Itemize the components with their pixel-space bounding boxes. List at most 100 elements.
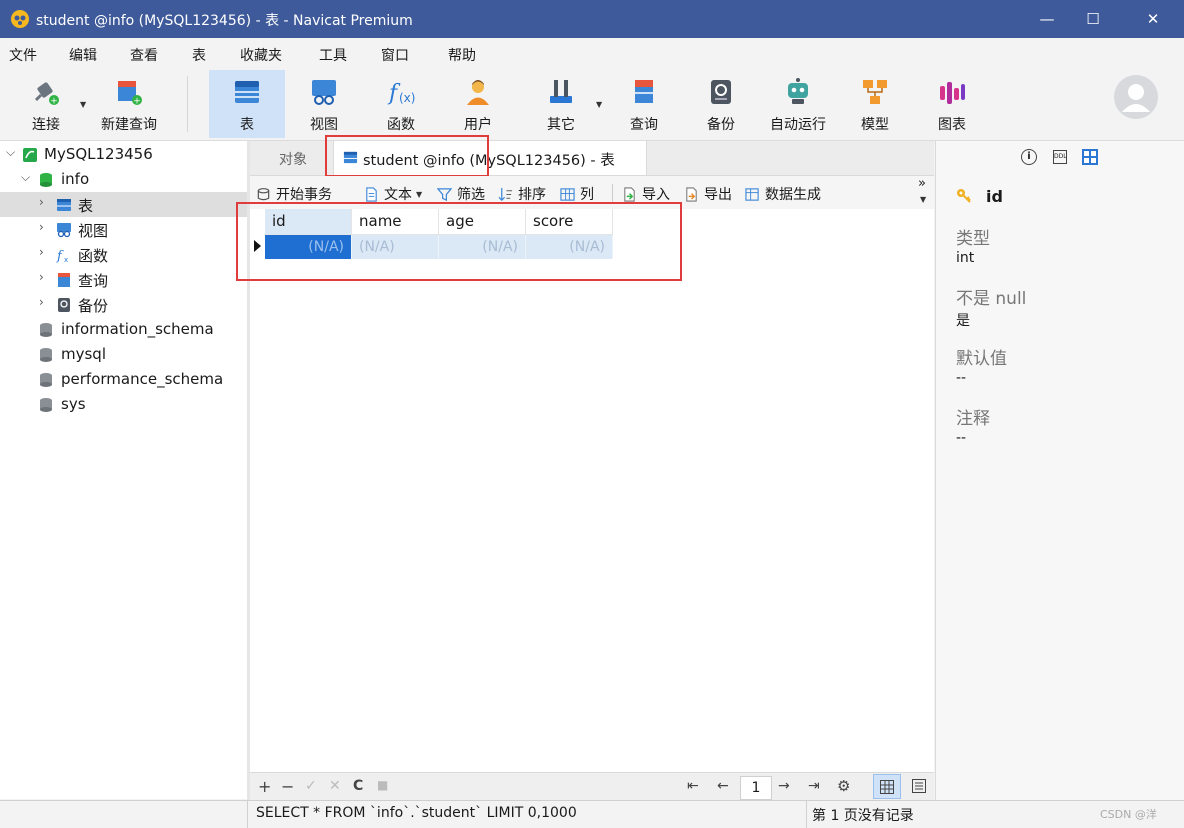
tree-item-tables[interactable]: › 表 bbox=[0, 192, 247, 217]
menu-favorites[interactable]: 收藏夹 bbox=[240, 45, 282, 65]
import-button[interactable]: 导入 bbox=[622, 184, 670, 204]
automation-button[interactable]: 自动运行 bbox=[760, 70, 836, 138]
view-button[interactable]: 视图 bbox=[287, 70, 361, 138]
query-button[interactable]: 查询 bbox=[607, 70, 681, 138]
ddl-icon[interactable]: DDL bbox=[1053, 150, 1067, 164]
import-icon bbox=[624, 186, 635, 202]
menu-view[interactable]: 查看 bbox=[130, 45, 158, 65]
other-dropdown-icon[interactable]: ▼ bbox=[596, 100, 602, 109]
tree-item-backups[interactable]: › 备份 bbox=[0, 292, 247, 317]
function-button[interactable]: f (x) 函数 bbox=[364, 70, 438, 138]
form-view-button[interactable] bbox=[906, 774, 934, 799]
svg-text:x: x bbox=[64, 256, 68, 263]
collapse-arrow-icon[interactable]: ⌵ bbox=[6, 145, 15, 160]
last-page-button[interactable]: ⇥ bbox=[808, 778, 820, 794]
inspector-panel: i DDL id 类型 int 不是 null 是 默认值 -- 注释 -- bbox=[935, 141, 1184, 800]
status-divider bbox=[247, 801, 248, 828]
sort-button[interactable]: 排序 bbox=[498, 184, 546, 204]
export-button[interactable]: 导出 bbox=[684, 184, 732, 204]
main-toolbar: + 连接 ▼ + 新建查询 表 视图 f (x) 函数 用户 其它 ▼ 查询 备… bbox=[0, 70, 1184, 141]
add-record-button[interactable]: + bbox=[258, 777, 271, 796]
stop-button[interactable]: ■ bbox=[377, 778, 388, 792]
export-icon bbox=[686, 186, 697, 202]
tree-connection-label: MySQL123456 bbox=[44, 145, 153, 163]
tab-objects[interactable]: 对象 bbox=[279, 149, 307, 169]
view-icon bbox=[57, 223, 71, 238]
connect-dropdown-icon[interactable]: ▼ bbox=[80, 100, 86, 109]
tree-db-info[interactable]: ⌵ info bbox=[0, 167, 247, 192]
tree-db-label: sys bbox=[61, 395, 86, 413]
default-value: -- bbox=[956, 370, 967, 386]
transaction-icon bbox=[257, 187, 270, 200]
grid-view-button[interactable] bbox=[873, 774, 901, 799]
query-label: 查询 bbox=[630, 117, 658, 133]
new-query-button[interactable]: + 新建查询 bbox=[94, 70, 164, 138]
tree-db-sys[interactable]: sys bbox=[0, 392, 247, 417]
robot-icon bbox=[788, 78, 808, 104]
avatar[interactable] bbox=[1113, 74, 1159, 120]
apply-changes-button[interactable]: ✓ bbox=[305, 778, 317, 794]
menu-help[interactable]: 帮助 bbox=[448, 45, 476, 65]
data-generation-button[interactable]: 数据生成 bbox=[745, 184, 821, 204]
delete-record-button[interactable]: − bbox=[281, 777, 294, 796]
model-button[interactable]: 模型 bbox=[838, 70, 912, 138]
menu-file[interactable]: 文件 bbox=[9, 45, 37, 65]
refresh-button[interactable]: C bbox=[353, 778, 363, 794]
connect-button[interactable]: + 连接 bbox=[14, 70, 78, 138]
columns-button[interactable]: 列 bbox=[560, 184, 594, 204]
title-bar: student @info (MySQL123456) - 表 - Navica… bbox=[0, 0, 1184, 38]
other-button[interactable]: 其它 bbox=[524, 70, 598, 138]
tree-db-performance-schema[interactable]: performance_schema bbox=[0, 367, 247, 392]
tree-item-functions[interactable]: › f x 函数 bbox=[0, 242, 247, 267]
sql-statement: SELECT * FROM `info`.`student` LIMIT 0,1… bbox=[256, 805, 577, 821]
filter-button[interactable]: 筛选 bbox=[437, 184, 485, 204]
discard-changes-button[interactable]: ✕ bbox=[329, 778, 341, 794]
tree-item-label: 备份 bbox=[78, 297, 109, 315]
maximize-button[interactable]: ☐ bbox=[1070, 0, 1116, 38]
expand-arrow-icon[interactable]: › bbox=[39, 245, 44, 259]
expand-arrow-icon[interactable]: › bbox=[39, 270, 44, 284]
page-number-input[interactable]: 1 bbox=[740, 776, 772, 800]
model-icon bbox=[863, 80, 887, 104]
collapse-arrow-icon[interactable]: ⌵ bbox=[21, 170, 30, 185]
expand-arrow-icon[interactable]: › bbox=[39, 220, 44, 234]
prev-page-button[interactable]: ← bbox=[717, 778, 729, 794]
plug-icon: + bbox=[34, 82, 59, 107]
user-button[interactable]: 用户 bbox=[441, 70, 515, 138]
tree-item-label: 查询 bbox=[78, 272, 109, 290]
menu-window[interactable]: 窗口 bbox=[381, 45, 409, 65]
settings-icon[interactable]: ⚙ bbox=[837, 777, 850, 795]
tree-db-label: info bbox=[61, 170, 90, 188]
overflow-chevron-icon[interactable]: ▼ bbox=[920, 195, 926, 204]
database-grey-icon bbox=[40, 398, 52, 412]
text-label: 文本 bbox=[384, 187, 412, 203]
menu-tools[interactable]: 工具 bbox=[319, 45, 347, 65]
text-button[interactable]: 文本 ▼ bbox=[364, 184, 422, 204]
tree-item-queries[interactable]: › 查询 bbox=[0, 267, 247, 292]
begin-transaction-button[interactable]: 开始事务 bbox=[256, 184, 332, 204]
tree-connection[interactable]: ⌵ MySQL123456 bbox=[0, 142, 247, 167]
field-list-icon[interactable] bbox=[1082, 149, 1098, 165]
menu-edit[interactable]: 编辑 bbox=[69, 45, 97, 65]
tree-item-views[interactable]: › 视图 bbox=[0, 217, 247, 242]
expand-arrow-icon[interactable]: › bbox=[39, 295, 44, 309]
first-page-button[interactable]: ⇤ bbox=[687, 778, 699, 794]
table-button[interactable]: 表 bbox=[209, 70, 285, 138]
tree-db-information-schema[interactable]: information_schema bbox=[0, 317, 247, 342]
more-tools-button[interactable]: » bbox=[918, 176, 926, 191]
data-generation-label: 数据生成 bbox=[765, 187, 821, 203]
backup-button[interactable]: 备份 bbox=[684, 70, 758, 138]
page-info: 第 1 页没有记录 bbox=[812, 808, 914, 824]
info-icon[interactable]: i bbox=[1021, 149, 1037, 165]
menu-table[interactable]: 表 bbox=[192, 45, 206, 65]
next-page-button[interactable]: → bbox=[778, 778, 790, 794]
tree-db-mysql[interactable]: mysql bbox=[0, 342, 247, 367]
export-label: 导出 bbox=[704, 187, 732, 203]
database-grey-icon bbox=[40, 348, 52, 362]
menu-bar: 文件 编辑 查看 表 收藏夹 工具 窗口 帮助 bbox=[0, 38, 1184, 70]
minimize-button[interactable]: — bbox=[1024, 0, 1070, 38]
close-button[interactable]: ✕ bbox=[1130, 0, 1176, 38]
expand-arrow-icon[interactable]: › bbox=[39, 195, 44, 209]
backup-icon bbox=[711, 80, 731, 104]
chart-button[interactable]: 图表 bbox=[914, 70, 990, 138]
